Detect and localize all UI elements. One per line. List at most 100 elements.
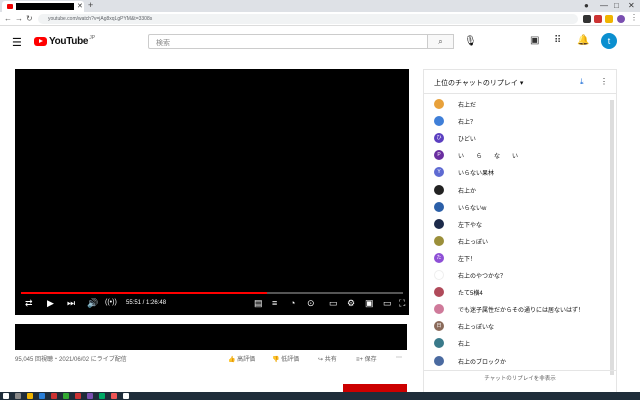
more-actions-icon[interactable]: ⋯ [396,354,402,361]
autoplay-toggle[interactable]: ⊙ [307,298,315,309]
youtube-play-icon [34,37,47,46]
chat-message: た 左下！ [434,250,612,266]
hamburger-menu-icon[interactable]: ☰ [12,36,22,49]
back-icon[interactable]: ← [4,14,12,23]
next-button[interactable]: ⏭ [67,298,75,309]
maximize-icon[interactable]: □ [614,1,619,10]
chat-scrollbar[interactable] [610,100,614,375]
captions-icon[interactable]: ▭ [329,298,338,309]
subscribe-button[interactable] [343,384,407,392]
chat-author-avatar[interactable] [434,304,444,315]
chat-author-avatar[interactable] [434,287,444,298]
apps-grid-icon[interactable]: ⠿ [554,35,561,46]
fullscreen-icon[interactable]: ⛶ [399,298,405,309]
settings-gear-icon[interactable]: ⚙ [347,298,355,309]
chat-toggle-icon[interactable]: ▤ [254,298,263,309]
chat-mode-dropdown[interactable]: 上位のチャットのリプレイ ▾ [434,78,523,88]
account-indicator-icon[interactable]: ● [584,1,589,10]
taskbar-app-icon[interactable] [63,393,69,399]
new-tab-button[interactable]: + [88,0,93,10]
search-placeholder: 検索 [156,40,170,47]
chat-author-avatar[interactable]: ひ [434,133,444,144]
chat-author-avatar[interactable] [434,116,444,127]
taskbar-app-icon[interactable] [51,393,57,399]
notifications-bell-icon[interactable]: 🔔 [577,35,589,46]
save-label: 保存 [364,357,377,363]
minimize-icon[interactable]: — [600,1,608,10]
chat-message-text: 右上っぽい [458,239,489,246]
search-icon: ⌕ [438,37,443,46]
chat-message-text: 右上っぽいな [458,325,495,332]
address-bar[interactable]: youtube.com/watch?v=jAg8xqLgPYM&t=3308s [38,14,578,24]
taskbar-app-icon[interactable] [15,393,21,399]
microphone-icon[interactable]: 🎙 [464,36,477,47]
progress-bar-played[interactable] [21,292,267,294]
chat-menu-icon[interactable]: ⋮ [600,77,608,86]
taskbar-app-icon[interactable] [75,393,81,399]
reload-icon[interactable]: ↻ [26,14,33,23]
chat-message: Y いらない果林 [434,164,612,180]
search-input[interactable]: 検索 [148,34,428,49]
chat-message: 右上だ [434,96,612,112]
close-window-icon[interactable]: ✕ [628,1,635,10]
extension-icon[interactable] [583,15,591,23]
taskbar-app-icon[interactable] [27,393,33,399]
browser-tab-active[interactable]: ✕ [2,1,84,12]
taskbar-app-icon[interactable] [87,393,93,399]
chat-message: 右上のブロックか [434,353,612,369]
chat-author-avatar[interactable] [434,355,444,366]
chat-message-text: 右上 [458,342,471,349]
speed-icon[interactable]: ◔ [290,298,295,308]
url-text: youtube.com/watch?v=jAg8xqLgPYM&t=3308s [48,16,153,22]
save-button[interactable]: ≡+ 保存 [356,354,377,363]
miniplayer-icon[interactable]: ▣ [365,298,374,309]
chat-author-avatar[interactable] [434,184,444,195]
volume-icon[interactable]: 🔊 [87,298,98,309]
create-video-icon[interactable]: ▣ [530,35,539,46]
forward-icon[interactable]: → [15,14,23,23]
loop-icon[interactable]: ⇄ [25,298,33,309]
chat-author-avatar[interactable] [434,201,444,212]
live-indicator-icon[interactable]: ((•)) [105,299,117,306]
chat-author-avatar[interactable] [434,235,444,246]
chat-message-text: 右上だ [458,103,477,109]
youtube-logo[interactable]: YouTube JP [34,35,95,47]
video-player[interactable]: ⇄ ▶ ⏭ 🔊 ((•)) 55:51 / 1:26:48 ▤ ≡ ◔ ⊙ ▭ … [15,69,409,315]
extension-icon[interactable] [594,15,602,23]
avatar[interactable]: t [601,33,617,49]
chat-author-avatar[interactable] [434,270,444,280]
taskbar-app-icon[interactable] [99,393,105,399]
chat-message: でも迷子属性だからその通りには居ないはず！ [434,301,612,317]
share-label: 共有 [324,357,337,363]
theater-mode-icon[interactable]: ▭ [383,298,392,309]
download-icon[interactable]: ⤓ [580,77,584,87]
like-button[interactable]: 👍 高評価 [228,354,255,363]
start-icon[interactable] [3,393,9,399]
taskbar-app-icon[interactable] [39,393,45,399]
chat-author-avatar[interactable]: Y [434,167,444,178]
browser-menu-icon[interactable]: ⋮ [630,13,638,22]
chat-author-avatar[interactable] [434,218,444,229]
close-tab-icon[interactable]: ✕ [77,2,83,10]
profile-icon[interactable] [617,15,625,23]
taskbar-app-icon[interactable] [111,393,117,399]
subtitles-icon[interactable]: ≡ [272,298,277,308]
play-button[interactable]: ▶ [47,298,54,309]
chat-author-avatar[interactable]: 日 [434,321,444,332]
chat-author-avatar[interactable] [434,338,444,349]
chat-message: 右上か [434,182,612,198]
extension-icon[interactable] [605,15,613,23]
logo-text: YouTube [49,36,89,47]
hide-chat-replay-button[interactable]: チャットのリプレイを非表示 [424,370,616,386]
taskbar-app-icon[interactable] [123,393,129,399]
chat-author-avatar[interactable]: た [434,252,444,263]
chat-author-avatar[interactable] [434,99,444,109]
chat-message-text: たて5横4 [458,291,483,298]
search-button[interactable]: ⌕ [428,34,454,49]
os-taskbar [0,392,640,400]
share-button[interactable]: ↪ 共有 [318,354,337,363]
dislike-button[interactable]: 👎 低評価 [272,354,299,363]
chat-author-avatar[interactable]: P [434,150,444,161]
youtube-favicon-icon [7,4,13,9]
chat-replay-panel: 上位のチャットのリプレイ ▾ ⤓ ⋮ 右上だ 右上？ ひ ひどい P い ら な い Y いら… [423,69,617,400]
